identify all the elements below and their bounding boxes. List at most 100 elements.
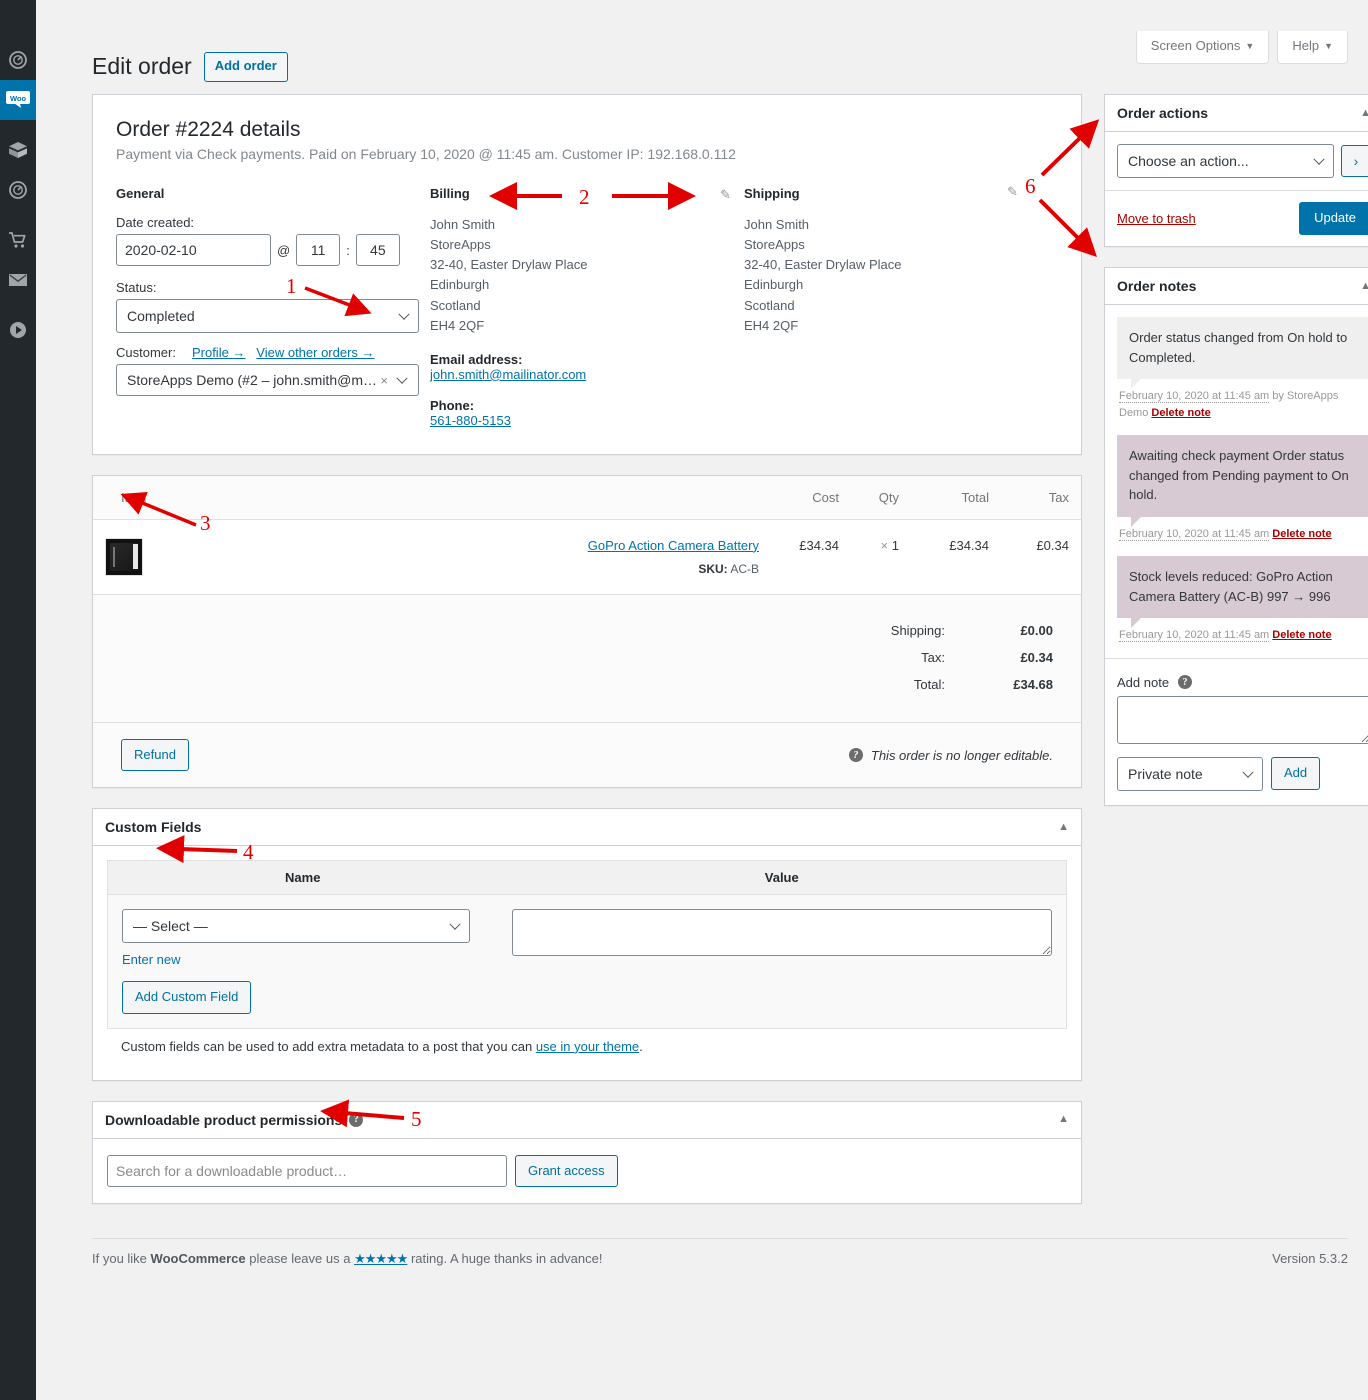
products-box-icon — [8, 140, 28, 160]
enter-new-link[interactable]: Enter new — [122, 952, 181, 967]
add-custom-field-button[interactable]: Add Custom Field — [122, 981, 252, 1014]
customer-select[interactable]: StoreApps Demo (#2 – john.smith@mailin..… — [116, 364, 419, 396]
add-note-section: Add note ? Private note Add — [1105, 657, 1368, 805]
sidebar-item-dashboard[interactable] — [0, 40, 36, 80]
item-qty: × 1 — [851, 519, 911, 595]
custom-fields-table: Name Value — Select — Enter new Add Cust… — [107, 860, 1067, 1029]
help-button[interactable]: Help ▼ — [1277, 31, 1348, 64]
not-editable-text: This order is no longer editable. — [870, 747, 1053, 763]
customer-links: Profile → View other orders → — [192, 345, 375, 360]
note-date: February 10, 2020 at 11:45 am — [1119, 527, 1270, 541]
custom-field-name-select[interactable]: — Select — — [122, 909, 470, 944]
custom-field-value-cell — [497, 894, 1067, 1029]
delete-note-link[interactable]: Delete note — [1272, 629, 1331, 641]
table-row: — Select — Enter new Add Custom Field — [107, 894, 1067, 1029]
downloadable-header: Downloadable product permissions ? ▲ — [93, 1102, 1081, 1139]
order-items-panel: Item Cost Qty Total Tax GoPro Action Cam… — [92, 474, 1082, 789]
chevron-down-icon: ▼ — [1245, 41, 1255, 51]
delete-note-link[interactable]: Delete note — [1151, 407, 1210, 419]
table-header-row: Item Cost Qty Total Tax — [93, 475, 1081, 520]
downloadable-search-input[interactable] — [107, 1155, 507, 1188]
note-type-select-wrap: Private note — [1117, 756, 1263, 791]
note-content: Order status changed from On hold to Com… — [1117, 317, 1368, 390]
order-totals-area: Shipping: £0.00 Tax: £0.34 Total: £34.68 — [93, 594, 1081, 723]
add-note-textarea[interactable] — [1117, 695, 1368, 744]
product-link[interactable]: GoPro Action Camera Battery — [588, 538, 759, 553]
admin-footer: If you like WooCommerce please leave us … — [92, 1238, 1348, 1267]
clear-icon[interactable]: × — [380, 373, 388, 388]
cart-icon — [8, 230, 28, 250]
customer-select-wrap[interactable]: StoreApps Demo (#2 – john.smith@mailin..… — [116, 364, 419, 396]
grant-access-button[interactable]: Grant access — [515, 1154, 618, 1188]
add-custom-field-wrap: Add Custom Field — [122, 981, 484, 1014]
billing-phone-link[interactable]: 561-880-5153 — [430, 413, 511, 428]
collapse-toggle-icon[interactable]: ▲ — [1058, 1114, 1069, 1125]
item-tax: £0.34 — [1001, 519, 1081, 595]
sidebar-item-media[interactable] — [0, 310, 36, 350]
order-actions-header: Order actions ▲ — [1105, 95, 1368, 132]
date-created-label: Date created: — [116, 215, 195, 230]
billing-email-link[interactable]: john.smith@mailinator.com — [430, 367, 586, 382]
sidebar-item-marketing[interactable] — [0, 220, 36, 260]
help-icon[interactable]: ? — [848, 748, 863, 763]
sidebar-item-products[interactable] — [0, 130, 36, 170]
apply-action-button[interactable]: › — [1341, 145, 1368, 177]
delete-note-link[interactable]: Delete note — [1272, 528, 1331, 540]
order-items-head: Item Cost Qty Total Tax — [93, 475, 1081, 520]
downloadable-title: Downloadable product permissions — [105, 1111, 343, 1128]
order-notes-list: Order status changed from On hold to Com… — [1105, 305, 1368, 644]
play-circle-icon — [8, 320, 28, 340]
shipping-heading: Shipping — [744, 186, 800, 201]
billing-line: 32-40, Easter Drylaw Place — [430, 257, 588, 273]
collapse-toggle-icon[interactable]: ▲ — [1360, 107, 1368, 119]
order-notes-title: Order notes — [1117, 278, 1197, 295]
help-icon[interactable]: ? — [1178, 675, 1193, 690]
table-header-row: Name Value — [107, 860, 1067, 896]
order-minute-input[interactable] — [355, 234, 400, 266]
totals-row: Shipping: £0.00 — [891, 617, 1053, 644]
screen-options-button[interactable]: Screen Options ▼ — [1135, 31, 1270, 64]
poststuff: Order #2224 details Payment via Check pa… — [92, 94, 1368, 1224]
edit-pencil-icon[interactable]: ✎ — [720, 187, 731, 203]
customer-profile-link[interactable]: Profile → — [192, 345, 245, 360]
billing-heading: Billing — [430, 186, 470, 201]
status-select-wrap: Completed — [116, 299, 419, 333]
total-label: Tax: — [921, 649, 945, 665]
sidebar-item-email[interactable] — [0, 260, 36, 300]
order-status-select[interactable]: Completed — [116, 299, 419, 333]
sidebar-item-analytics[interactable] — [0, 170, 36, 210]
not-editable-note: ? This order is no longer editable. — [848, 747, 1053, 763]
collapse-toggle-icon[interactable]: ▲ — [1360, 280, 1368, 292]
custom-fields-thead: Name Value — [107, 860, 1067, 896]
total-value: £0.00 — [1020, 622, 1053, 638]
order-hour-input[interactable] — [296, 234, 341, 266]
custom-fields-tbody: — Select — Enter new Add Custom Field — [107, 894, 1067, 1029]
refund-button[interactable]: Refund — [121, 738, 189, 772]
collapse-toggle-icon[interactable]: ▲ — [1058, 821, 1069, 833]
rating-stars-link[interactable]: ★★★★★ — [354, 1251, 408, 1266]
move-to-trash-link[interactable]: Move to trash — [1117, 211, 1196, 226]
totals-row: Tax: £0.34 — [891, 644, 1053, 671]
add-order-button[interactable]: Add order — [203, 52, 288, 82]
page-body: Screen Options ▼ Help ▼ Edit order Add ord… — [36, 0, 1368, 1400]
help-icon[interactable]: ? — [349, 1112, 364, 1127]
update-button[interactable]: Update — [1299, 202, 1368, 236]
view-other-orders-link[interactable]: View other orders → — [256, 345, 374, 360]
add-note-label: Add note — [1117, 674, 1170, 690]
analytics-gauge-icon — [8, 180, 28, 200]
use-in-theme-link[interactable]: use in your theme — [536, 1039, 639, 1054]
sidebar-item-woocommerce[interactable]: Woo — [0, 80, 43, 120]
shipping-line: EH4 2QF — [744, 317, 799, 333]
item-total: £34.34 — [911, 519, 1001, 595]
footer-prefix: If you like — [92, 1251, 151, 1266]
order-date-input[interactable] — [116, 234, 271, 266]
add-note-button[interactable]: Add — [1271, 757, 1321, 790]
sku-label: SKU: — [698, 561, 728, 576]
order-action-select[interactable]: Choose an action... — [1117, 144, 1334, 178]
post-body: Order #2224 details Payment via Check pa… — [92, 94, 1368, 1224]
custom-field-value-textarea[interactable] — [511, 909, 1052, 957]
side-column: Order actions ▲ Choose an action... › Mo… — [1104, 94, 1368, 826]
note-type-select[interactable]: Private note — [1117, 756, 1263, 791]
chevron-down-icon: ▼ — [1324, 41, 1333, 51]
footer-brand: WooCommerce — [150, 1251, 246, 1266]
